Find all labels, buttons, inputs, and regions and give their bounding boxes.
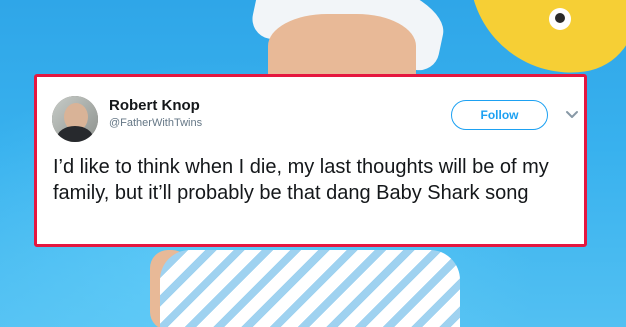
child-shirt-shape [160, 250, 460, 327]
chevron-down-icon[interactable] [565, 110, 579, 120]
tweet-text: I’d like to think when I die, my last th… [53, 156, 549, 204]
follow-button[interactable]: Follow [451, 100, 548, 130]
tweet-card: Robert Knop @FatherWithTwins Follow I’d … [34, 74, 587, 247]
cartoon-shark-eye [549, 8, 571, 30]
user-handle[interactable]: @FatherWithTwins [109, 117, 202, 129]
user-name[interactable]: Robert Knop [109, 97, 200, 114]
avatar[interactable] [52, 96, 98, 142]
